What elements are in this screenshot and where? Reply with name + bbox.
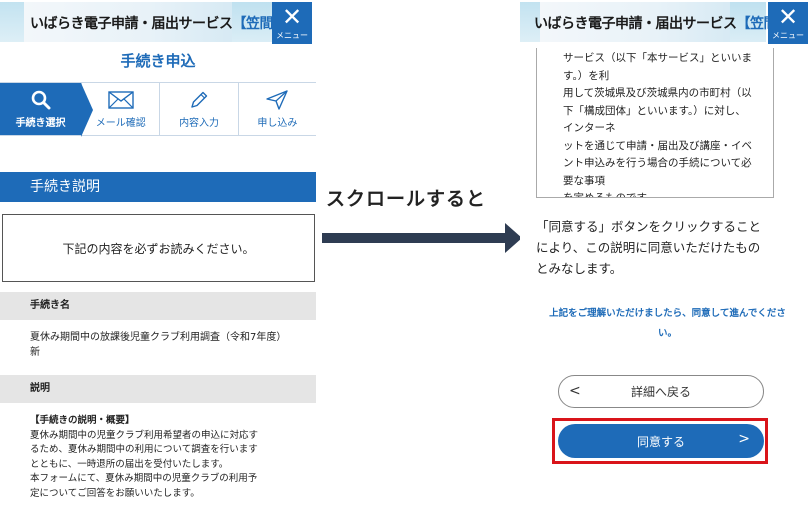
right-screenshot: サービス（以下「本サービス」といいま す。）を利 用して茨城県及び茨城県内の市町… (520, 0, 811, 513)
header-decoration (0, 2, 24, 42)
description-text: 【手続きの説明・概要】 夏休み期間中の児童クラブ利用希望者の申込に対応す るため… (30, 414, 292, 501)
step-indicator: 手続き選択 メール確認 内容入力 申し込み (0, 82, 316, 137)
step-label: メール確認 (95, 118, 146, 129)
step-label: 手続き選択 (15, 118, 66, 129)
consent-text: 「同意する」ボタンをクリックすること により、この説明に同意いただけたもの とみ… (536, 216, 798, 279)
procedure-name-label: 手続き名 (0, 292, 316, 320)
site-logo[interactable]: いばらき電子申請・届出サービス【笠間市】 (30, 13, 300, 33)
site-logo[interactable]: いばらき電子申請・届出サービス【笠間市】 (534, 13, 804, 33)
consent-line: 「同意する」ボタンをクリックすること (536, 219, 762, 234)
search-icon (31, 89, 51, 111)
step-submit: 申し込み (237, 83, 316, 135)
description-line: るため、夏休み期間中の利用について調査を行います (30, 444, 258, 455)
site-header: いばらき電子申請・届出サービス【笠間市】 ✕ メニュー (0, 0, 316, 44)
menu-label: メニュー (276, 31, 308, 40)
close-icon: ✕ (281, 3, 303, 31)
step-label: 内容入力 (179, 118, 220, 129)
terms-line: ットを通じて申請・届出及び講座・イベ (563, 139, 752, 152)
agree-button[interactable]: 同意する > (558, 424, 764, 458)
agree-button-label: 同意する (636, 434, 685, 449)
agree-prompt: 上記をご理解いただけましたら、同意して進んでくださ い。 (530, 304, 805, 344)
terms-line: す。）を利 (563, 69, 610, 82)
section-title: 手続き説明 (0, 172, 316, 202)
logo-text: いばらき電子申請・届出サービス (30, 16, 233, 32)
terms-line: サービス（以下「本サービス」といいま (563, 52, 752, 64)
description-label: 説明 (0, 375, 316, 403)
terms-line: 用して茨城県及び茨城県内の市町村（以 (563, 87, 752, 99)
menu-button[interactable]: ✕ メニュー (272, 2, 312, 44)
send-icon (266, 89, 289, 111)
menu-label: メニュー (772, 31, 804, 40)
header-gap (520, 44, 811, 48)
right-arrow-icon (322, 223, 522, 253)
description-heading: 【手続きの説明・概要】 (30, 415, 135, 426)
description-line: 本フォームにて、夏休み期間中の児童クラブの利用予 (30, 473, 258, 484)
consent-line: とみなします。 (536, 261, 623, 276)
step-input: 内容入力 (159, 83, 237, 135)
back-to-details-button[interactable]: < 詳細へ戻る (558, 375, 764, 408)
notice-box: 下記の内容を必ずお読みください。 (2, 214, 315, 282)
prompt-line: い。 (657, 328, 677, 339)
site-header: いばらき電子申請・届出サービス【笠間市】 ✕ メニュー (520, 0, 811, 44)
menu-button[interactable]: ✕ メニュー (768, 2, 808, 44)
terms-box[interactable]: サービス（以下「本サービス」といいま す。）を利 用して茨城県及び茨城県内の市町… (536, 46, 774, 198)
terms-line: ント申込みを行う場合の手続について必 (563, 157, 752, 169)
procedure-name-value: 夏休み期間中の放課後児童クラブ利用調査（令和7年度）新 (30, 332, 287, 358)
consent-line: により、この説明に同意いただけたもの (536, 240, 761, 255)
terms-line: 要な事項 (563, 174, 605, 187)
chevron-left-icon: < (569, 383, 581, 399)
logo-text: いばらき電子申請・届出サービス (534, 16, 737, 32)
back-button-label: 詳細へ戻る (630, 385, 691, 399)
scroll-caption: スクロールすると (326, 188, 487, 210)
step-select: 手続き選択 (0, 83, 94, 137)
step-label: 申し込み (257, 118, 298, 129)
close-icon: ✕ (777, 3, 799, 31)
left-screenshot: いばらき電子申請・届出サービス【笠間市】 ✕ メニュー 手続き申込 手続き選択 … (0, 0, 316, 513)
mail-icon (108, 89, 134, 111)
description-line: 夏休み期間中の児童クラブ利用希望者の申込に対応す (30, 429, 259, 441)
terms-line: インターネ (563, 122, 616, 134)
pencil-icon (189, 89, 209, 111)
page-title: 手続き申込 (120, 52, 196, 70)
description-line: とともに、一時退所の届出を受付いたします。 (30, 458, 229, 470)
terms-line: 下「構成団体」といいます。）に対し、 (563, 104, 746, 117)
prompt-line: 上記をご理解いただけましたら、同意して進んでくださ (549, 308, 786, 319)
description-line: 定についてご回答をお願いいたします。 (30, 487, 200, 499)
chevron-right-icon: > (738, 431, 750, 447)
terms-line: を定めるものです。 (563, 192, 657, 198)
